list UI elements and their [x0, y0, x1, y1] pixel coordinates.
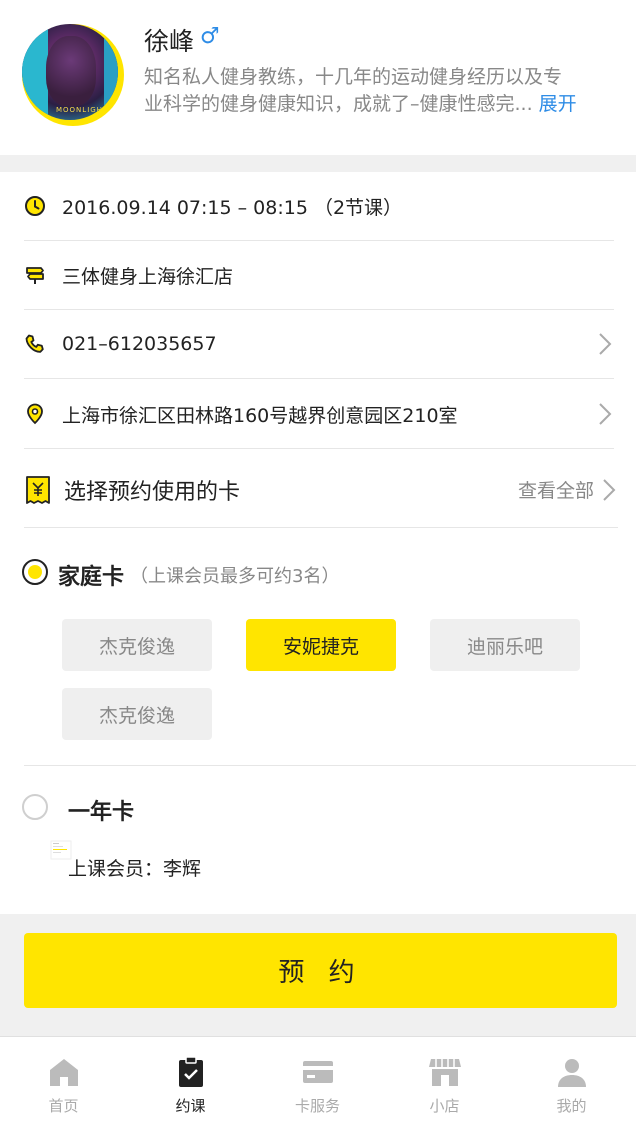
family-card-radio[interactable] — [22, 559, 48, 585]
datetime-text: 2016.09.14 07:15 – 08:15 （2节课） — [62, 196, 403, 219]
avatar[interactable]: MOONLIGHT — [22, 24, 118, 120]
expand-link[interactable]: 展开 — [539, 93, 577, 115]
see-all-link[interactable]: 查看全部 — [518, 476, 594, 503]
annual-card-radio[interactable] — [22, 794, 48, 820]
signpost-icon — [24, 264, 46, 286]
male-icon: ♂ — [200, 24, 220, 49]
chevron-right-icon — [599, 403, 612, 425]
member-chip[interactable]: 杰克俊逸 — [62, 619, 212, 671]
tab-label: 约课 — [175, 1097, 206, 1115]
location-pin-icon — [24, 403, 46, 425]
address-row[interactable]: 上海市徐汇区田林路160号越界创意园区210室 — [24, 380, 614, 449]
select-card-title: 选择预约使用的卡 — [64, 479, 241, 505]
member-chip[interactable]: 杰克俊逸 — [62, 688, 212, 740]
store-row: 三体健身上海徐汇店 — [24, 241, 614, 310]
tab-shop[interactable]: 小店 — [381, 1037, 508, 1123]
chevron-right-icon — [599, 333, 612, 355]
select-card-header[interactable]: 选择预约使用的卡 查看全部 — [24, 452, 618, 528]
phone-icon — [24, 333, 46, 355]
tab-booking[interactable]: 约课 — [127, 1037, 254, 1123]
tab-label: 小店 — [429, 1097, 460, 1115]
phone-number: 021–612035657 — [62, 333, 217, 355]
coach-profile: MOONLIGHT 徐峰 ♂ 知名私人健身教练，十几年的运动健身经历以及专 业科… — [0, 0, 636, 155]
annual-card-member: 上课会员：李辉 — [68, 858, 202, 880]
coach-name: 徐峰 — [144, 27, 195, 56]
clipboard-check-icon — [178, 1056, 203, 1087]
bio-line-2: 业科学的健身健康知识，成就了–健康性感完... — [144, 93, 533, 115]
phone-row[interactable]: 021–612035657 — [24, 310, 614, 379]
divider — [24, 765, 636, 766]
avatar-watermark: MOONLIGHT — [56, 106, 109, 114]
card-icon — [302, 1061, 333, 1083]
tab-label: 卡服务 — [294, 1097, 340, 1115]
datetime-row: 2016.09.14 07:15 – 08:15 （2节课） — [24, 172, 614, 241]
tab-mine[interactable]: 我的 — [508, 1037, 635, 1123]
store-name: 三体健身上海徐汇店 — [62, 265, 234, 288]
tab-label: 首页 — [48, 1097, 79, 1115]
shop-icon — [428, 1059, 461, 1086]
chevron-right-icon — [603, 479, 616, 501]
annual-card-name: 一年卡 — [68, 800, 135, 825]
tab-label: 我的 — [556, 1097, 587, 1115]
book-button[interactable]: 预 约 — [24, 933, 617, 1008]
family-card-name: 家庭卡 — [58, 565, 125, 590]
person-icon — [557, 1059, 586, 1087]
family-card-note: （上课会员最多可约3名） — [130, 566, 340, 587]
tab-card-service[interactable]: 卡服务 — [254, 1037, 381, 1123]
member-chip[interactable]: 迪丽乐吧 — [430, 619, 580, 671]
clock-icon — [24, 195, 46, 217]
card-ticket-icon — [26, 475, 50, 504]
bio-line-1: 知名私人健身教练，十几年的运动健身经历以及专 — [144, 66, 563, 88]
section-gap — [0, 155, 636, 172]
coach-bio: 知名私人健身教练，十几年的运动健身经历以及专 业科学的健身健康知识，成就了–健康… — [144, 64, 614, 118]
member-chip-selected[interactable]: 安妮捷克 — [246, 619, 396, 671]
address-text: 上海市徐汇区田林路160号越界创意园区210室 — [62, 404, 458, 427]
tab-home[interactable]: 首页 — [0, 1037, 127, 1123]
home-icon — [49, 1059, 78, 1086]
tab-bar: 首页 约课 卡服务 小店 我的 — [0, 1036, 636, 1123]
